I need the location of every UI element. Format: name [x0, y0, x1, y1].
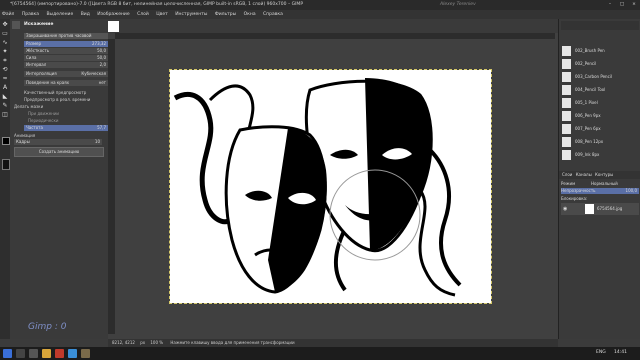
- spacing-field[interactable]: Интервал 2,0: [24, 62, 108, 68]
- app-icon[interactable]: [55, 349, 64, 358]
- maximize-icon[interactable]: □: [616, 0, 628, 10]
- stroke-motion-radio[interactable]: При движении: [28, 111, 59, 116]
- warp-tool-icon[interactable]: ≈: [1, 75, 9, 83]
- layer-name[interactable]: 6754564.jpg: [597, 206, 622, 211]
- frames-field[interactable]: Кадры 10: [14, 139, 102, 145]
- eraser-tool-icon[interactable]: ◫: [1, 111, 9, 119]
- browser-icon[interactable]: [68, 349, 77, 358]
- layer-row[interactable]: ◉ 6754564.jpg: [561, 203, 639, 215]
- menu-color[interactable]: Цвет: [156, 12, 168, 17]
- menu-image[interactable]: Изображение: [97, 12, 129, 17]
- watermark-text: Alexey Tereniev: [440, 2, 476, 7]
- transform-tool-icon[interactable]: ⟲: [1, 66, 9, 74]
- brush-item[interactable]: 004_Pencil Tool: [562, 84, 639, 96]
- zoom-dropdown[interactable]: 100 %: [150, 340, 163, 345]
- menu-layer[interactable]: Слой: [137, 12, 149, 17]
- toolbox: ✥ ▭ ∿ ✦ ⌗ ⟲ ≈ A ◣ ✎ ◫: [0, 19, 11, 339]
- layer-mode-row[interactable]: Режим Нормальный: [561, 180, 639, 187]
- image-tab-bar: [108, 19, 558, 33]
- abyss-dropdown[interactable]: Поведение на краях нет: [24, 80, 108, 86]
- lasso-tool-icon[interactable]: ∿: [1, 39, 9, 47]
- mode-dropdown[interactable]: Закрашивание против часовой: [24, 33, 108, 39]
- menu-file[interactable]: Файл: [2, 12, 14, 17]
- close-icon[interactable]: ×: [628, 0, 640, 10]
- brush-item[interactable]: 003_Carbon Pencil: [562, 71, 639, 83]
- gimp-app-icon[interactable]: [81, 349, 90, 358]
- status-bar: 8212, 4212 px 100 % Нажмите клавишу ввод…: [108, 339, 558, 347]
- horizontal-ruler: [115, 33, 555, 39]
- realtime-preview-checkbox[interactable]: Предпросмотр в реал. времени: [24, 97, 90, 102]
- brush-item[interactable]: 005_1 Pixel: [562, 97, 639, 109]
- strength-field[interactable]: Сила 50,0: [24, 55, 108, 61]
- tab-paths[interactable]: Контуры: [595, 172, 613, 177]
- tool-options-header: Искажение: [24, 22, 54, 27]
- opacity-slider[interactable]: Непрозрачность 100,0: [561, 188, 639, 194]
- right-dock: 002_Brush Pen 002_Pencil 003_Carbon Penc…: [558, 19, 640, 339]
- tool-options-panel: Искажение Закрашивание против часовой Ра…: [10, 19, 109, 339]
- brush-item[interactable]: 006_Pen 9px: [562, 110, 639, 122]
- crop-tool-icon[interactable]: ⌗: [1, 57, 9, 65]
- stroke-section-label: Делать мазки: [14, 104, 44, 109]
- brush-item[interactable]: 008_Pen 12px: [562, 136, 639, 148]
- image-thumbnail[interactable]: [2, 159, 10, 170]
- menu-view[interactable]: Вид: [81, 12, 90, 17]
- title-bar: *[6754564] (импортировано)-7.0 ([Цвета R…: [0, 0, 640, 10]
- image-canvas[interactable]: [169, 69, 492, 304]
- taskbar: ENG 14:41: [0, 347, 640, 360]
- vertical-ruler: [108, 39, 115, 334]
- window-title: *[6754564] (импортировано)-7.0 ([Цвета R…: [10, 2, 304, 7]
- rate-slider[interactable]: Частота 57,7: [24, 125, 108, 131]
- layer-thumbnail: [585, 204, 594, 214]
- brush-tool-icon[interactable]: ✎: [1, 102, 9, 110]
- brush-item[interactable]: 002_Brush Pen: [562, 45, 639, 57]
- lang-indicator[interactable]: ENG: [596, 350, 606, 355]
- tab-channels[interactable]: Каналы: [576, 172, 592, 177]
- unit-dropdown[interactable]: px: [140, 340, 145, 345]
- tab-layers[interactable]: Слои: [562, 172, 572, 177]
- size-field[interactable]: Размер 273,32: [24, 41, 108, 47]
- warp-tool-options-icon: [12, 21, 20, 29]
- clock[interactable]: 14:41: [614, 350, 627, 355]
- brush-panel-toolbar: [561, 21, 639, 30]
- stroke-periodic-radio[interactable]: Периодически: [28, 118, 58, 123]
- menu-windows[interactable]: Окна: [244, 12, 256, 17]
- bucket-tool-icon[interactable]: ◣: [1, 93, 9, 101]
- text-tool-icon[interactable]: A: [1, 84, 9, 92]
- brush-item[interactable]: 009_Ink 8px: [562, 149, 639, 161]
- animation-label: Анимация: [14, 133, 36, 138]
- menu-edit[interactable]: Правка: [22, 12, 39, 17]
- wand-tool-icon[interactable]: ✦: [1, 48, 9, 56]
- menu-select[interactable]: Выделение: [46, 12, 73, 17]
- explorer-icon[interactable]: [42, 349, 51, 358]
- status-message: Нажмите клавишу ввода для применения тра…: [170, 340, 295, 345]
- image-tab-thumbnail[interactable]: [108, 21, 119, 32]
- start-icon[interactable]: [3, 349, 12, 358]
- brush-item[interactable]: 007_Pen 6px: [562, 123, 639, 135]
- select-tool-icon[interactable]: ▭: [1, 30, 9, 38]
- pointer-coords: 8212, 4212: [112, 340, 135, 345]
- menu-help[interactable]: Справка: [263, 12, 283, 17]
- interpolation-dropdown[interactable]: Интерполяция Кубическая: [24, 71, 108, 77]
- foreground-color-swatch[interactable]: [2, 137, 10, 145]
- hq-preview-checkbox[interactable]: Качественный предпросмотр: [24, 90, 86, 95]
- gimp-watermark: Gimp : 0: [28, 322, 67, 332]
- layers-tabs: Слои Каналы Контуры: [559, 171, 640, 179]
- eye-icon[interactable]: ◉: [563, 206, 567, 212]
- menu-tools[interactable]: Инструменты: [175, 12, 207, 17]
- move-tool-icon[interactable]: ✥: [1, 21, 9, 29]
- minimize-icon[interactable]: –: [604, 0, 616, 10]
- taskview-icon[interactable]: [29, 349, 38, 358]
- menu-filters[interactable]: Фильтры: [215, 12, 236, 17]
- create-animation-button[interactable]: Создать анимацию: [14, 147, 104, 157]
- theater-masks-drawing: [173, 78, 462, 297]
- menu-bar: Файл Правка Выделение Вид Изображение Сл…: [0, 10, 640, 19]
- hardness-field[interactable]: Жёсткость 50,0: [24, 48, 108, 54]
- brush-item[interactable]: 002_Pencil: [562, 58, 639, 70]
- search-icon[interactable]: [16, 349, 25, 358]
- lock-label: Блокировка:: [561, 196, 588, 201]
